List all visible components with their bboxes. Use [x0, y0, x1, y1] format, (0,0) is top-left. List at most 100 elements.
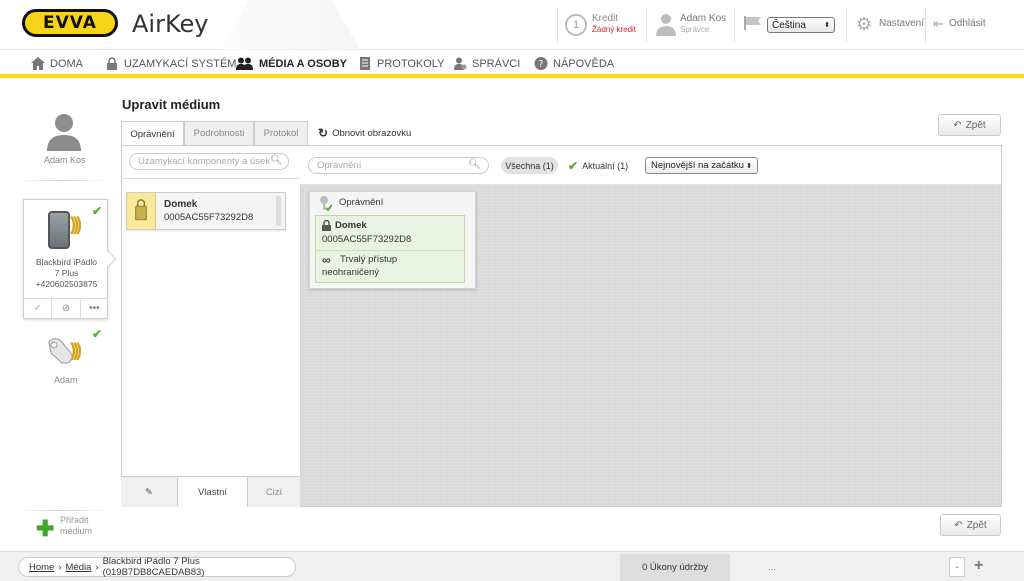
- refresh-label: Obnovit obrazovku: [332, 127, 412, 139]
- back-label: Zpět: [965, 119, 986, 131]
- lock-icon: [322, 220, 331, 231]
- user-role: Správce: [680, 25, 710, 34]
- nav-item-home[interactable]: DOMA: [31, 57, 83, 70]
- media-name-line1: Blackbird iPádlo: [36, 257, 97, 267]
- breadcrumb-media[interactable]: Média: [66, 562, 92, 573]
- assign-media-link[interactable]: Přiřadit médium: [60, 515, 110, 537]
- access-type: Trvalý přístup: [340, 254, 398, 265]
- infinity-icon: ∞: [322, 253, 331, 267]
- person-avatar-icon[interactable]: [44, 113, 84, 151]
- component-search-input[interactable]: Uzamykací komponenty a úsek 🔍︎: [129, 153, 289, 170]
- authorization-key-icon: [320, 196, 332, 211]
- nav-item-admins[interactable]: SPRÁVCI: [453, 57, 520, 70]
- select-arrows-icon: ⬍: [746, 162, 752, 170]
- nav-item-help[interactable]: ? NÁPOVĚDA: [534, 57, 614, 70]
- refresh-button[interactable]: ↻ Obnovit obrazovku: [318, 126, 411, 140]
- maintenance-tasks[interactable]: 0 Úkony údržby: [620, 554, 730, 581]
- media-name-line2: 7 Plus: [54, 268, 79, 278]
- credit-label[interactable]: Kredit: [592, 13, 618, 24]
- filter-current-button[interactable]: ✔ Aktuální (1): [568, 159, 628, 173]
- refresh-icon: ↻: [318, 126, 329, 140]
- breadcrumb-chevron-icon: ›: [95, 561, 99, 573]
- activate-check-icon[interactable]: ✔: [24, 299, 53, 318]
- settings-link[interactable]: Nastavení: [879, 18, 924, 29]
- svg-text:?: ?: [539, 59, 544, 70]
- smartphone-icon: [48, 211, 70, 249]
- component-footer-tabs: ✎ Vlastní Cizí: [121, 476, 300, 507]
- list-scrollbar[interactable]: [276, 196, 281, 226]
- home-icon: [31, 57, 45, 70]
- lock-icon: [107, 57, 117, 70]
- breadcrumb-home[interactable]: Home: [29, 562, 54, 573]
- logout-link[interactable]: Odhlásit: [949, 18, 986, 29]
- help-icon: ?: [534, 57, 548, 70]
- back-button-bottom[interactable]: ↶ Zpět: [940, 514, 1001, 536]
- nav-label: SPRÁVCI: [472, 57, 521, 70]
- sort-select[interactable]: Nejnovější na začátku ⬍: [645, 157, 758, 174]
- admin-icon: [454, 57, 467, 70]
- header-divider: [925, 8, 926, 42]
- tag-name[interactable]: Adam: [54, 375, 78, 385]
- assign-line1: Přiřadit: [60, 515, 89, 525]
- plus-icon[interactable]: ✚: [36, 516, 54, 542]
- search-placeholder: Oprávnění: [317, 160, 362, 171]
- zoom-out-button[interactable]: -: [949, 557, 965, 577]
- nav-item-locking-system[interactable]: UZAMYKACÍ SYSTÉM: [105, 57, 236, 70]
- tab-permissions[interactable]: Oprávnění: [121, 121, 184, 146]
- tab-details[interactable]: Podrobnosti: [184, 121, 254, 145]
- nav-label: DOMA: [50, 57, 83, 70]
- nav-item-media-persons[interactable]: MÉDIA A OSOBY: [236, 57, 347, 70]
- tab-protocol[interactable]: Protokol: [254, 121, 308, 145]
- block-icon[interactable]: ⊘: [52, 299, 81, 318]
- access-limit: neohraničený: [322, 267, 380, 278]
- check-icon: ✔: [92, 327, 103, 341]
- document-icon: [360, 57, 370, 70]
- app-brand: AirKey: [132, 10, 209, 38]
- credit-value: Žádný kredit: [592, 25, 637, 34]
- media-name: Blackbird iPádlo 7 Plus +420602503875: [24, 257, 109, 290]
- filter-all-button[interactable]: Všechna (1): [501, 157, 558, 174]
- search-placeholder: Uzamykací komponenty a úsek: [138, 156, 271, 167]
- back-label: Zpět: [966, 519, 987, 531]
- component-id: 0005AC55F73292D8: [164, 212, 254, 223]
- nfc-waves-icon: ))): [70, 214, 82, 234]
- zoom-in-button[interactable]: +: [974, 557, 983, 575]
- divider: [18, 180, 108, 181]
- select-arrows-icon: ⬍: [824, 22, 830, 29]
- divider: [18, 510, 108, 511]
- back-arrow-icon: ↶: [953, 119, 962, 131]
- search-icon: 🔍︎: [270, 155, 283, 166]
- evva-logo[interactable]: EVVA: [22, 9, 118, 37]
- header-divider: [557, 8, 558, 42]
- header-divider: [646, 8, 647, 42]
- authorization-search-input[interactable]: Oprávnění 🔍︎: [308, 157, 489, 174]
- tab-own[interactable]: Vlastní: [178, 477, 248, 507]
- nfc-waves-icon: ))): [70, 340, 82, 360]
- back-button[interactable]: ↶ Zpět: [938, 114, 1001, 136]
- nav-item-protocols[interactable]: PROTOKOLY: [358, 57, 444, 70]
- assign-line2: médium: [60, 526, 93, 536]
- nav-label: UZAMYKACÍ SYSTÉM: [124, 57, 237, 70]
- edit-pencil-icon[interactable]: ✎: [121, 477, 178, 507]
- language-value: Čeština: [772, 19, 806, 31]
- breadcrumb: Home › Média › Blackbird iPádlo 7 Plus (…: [18, 556, 296, 578]
- user-name[interactable]: Adam Kos: [680, 13, 726, 24]
- gear-icon[interactable]: ⚙: [856, 14, 872, 35]
- user-icon: [656, 14, 676, 36]
- media-phone: +420602503875: [35, 279, 98, 289]
- header-divider: [734, 8, 735, 42]
- language-select[interactable]: Čeština ⬍: [767, 17, 835, 33]
- breadcrumb-current: Blackbird iPádlo 7 Plus (019B7DB8CAEDAB8…: [102, 556, 205, 578]
- logout-icon[interactable]: ⇤: [933, 16, 944, 32]
- more-icon[interactable]: •••: [81, 299, 108, 318]
- sort-value: Nejnovější na začátku: [651, 160, 744, 171]
- back-arrow-icon: ↶: [954, 519, 963, 531]
- credit-coin-icon[interactable]: 1: [565, 14, 587, 36]
- page-title: Upravit médium: [122, 97, 221, 112]
- authorization-lock-name: Domek: [335, 220, 367, 231]
- flag-icon: [744, 16, 761, 30]
- tab-foreign[interactable]: Cizí: [248, 477, 300, 507]
- logo-text: EVVA: [43, 13, 97, 33]
- breadcrumb-chevron-icon: ›: [58, 561, 62, 573]
- person-name[interactable]: Adam Kos: [44, 155, 86, 165]
